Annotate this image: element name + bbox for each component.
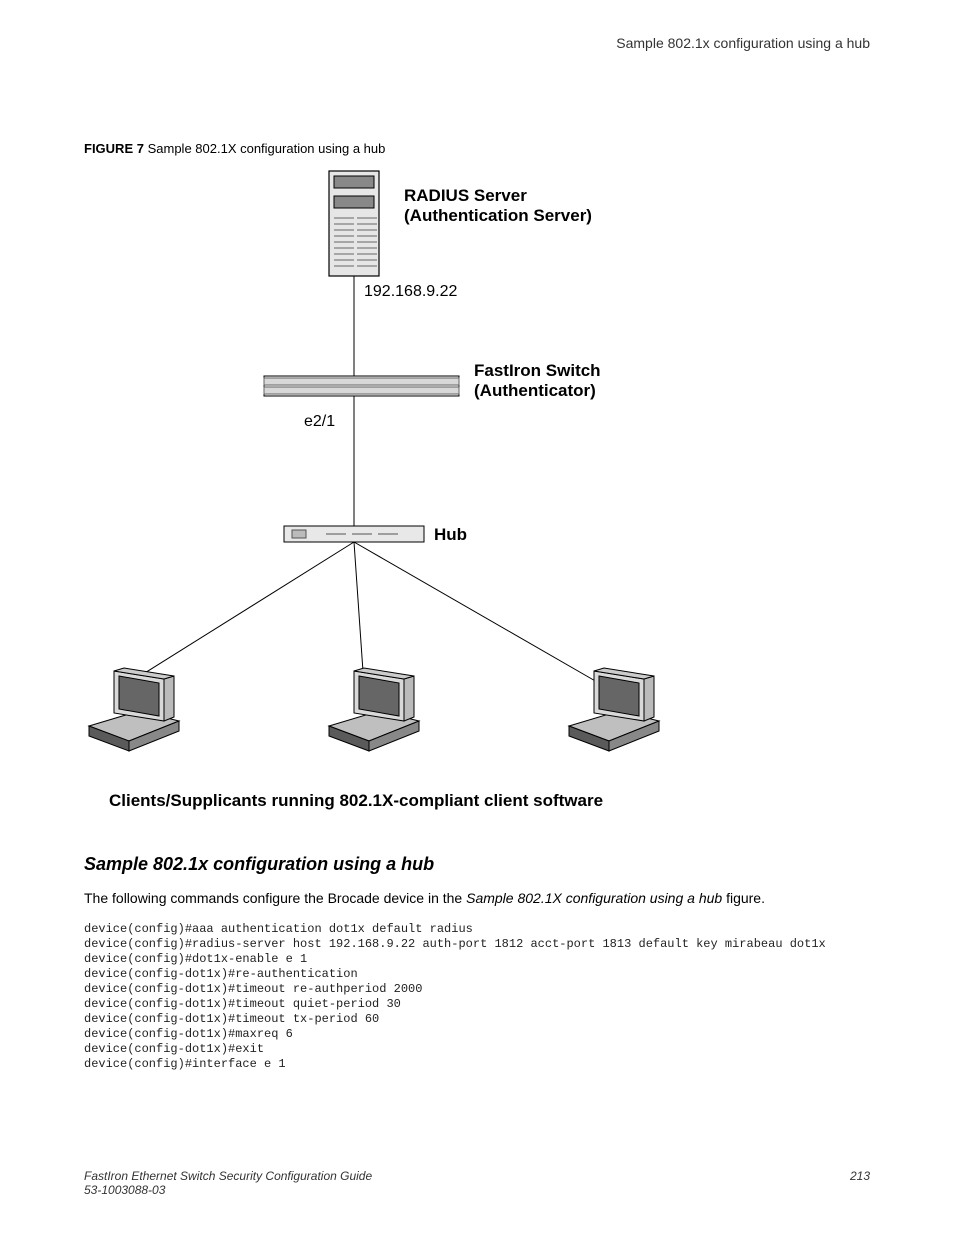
port-label: e2/1: [304, 413, 335, 430]
client-pc-2-icon: [329, 668, 419, 751]
intro-b: figure.: [722, 890, 765, 906]
section-intro: The following commands configure the Bro…: [84, 889, 870, 908]
authenticator-label: (Authenticator): [474, 381, 596, 400]
page-header-right: Sample 802.1x configuration using a hub: [84, 35, 870, 51]
ip-address-label: 192.168.9.22: [364, 283, 458, 300]
network-diagram: RADIUS Server (Authentication Server) 19…: [84, 166, 870, 826]
radius-server-label: RADIUS Server: [404, 186, 527, 205]
fastiron-switch-icon: [264, 376, 459, 396]
hub-label: Hub: [434, 525, 467, 544]
clients-label: Clients/Supplicants running 802.1X-compl…: [109, 791, 603, 810]
footer-doc-title: FastIron Ethernet Switch Security Config…: [84, 1169, 372, 1183]
cli-code-block: device(config)#aaa authentication dot1x …: [84, 922, 870, 1072]
intro-italic: Sample 802.1X configuration using a hub: [466, 890, 722, 906]
radius-server-icon: [329, 171, 379, 276]
figure-caption-text: Sample 802.1X configuration using a hub: [148, 141, 386, 156]
hub-icon: [284, 526, 424, 542]
switch-label: FastIron Switch: [474, 361, 601, 380]
footer-doc-number: 53-1003088-03: [84, 1183, 372, 1197]
section-heading: Sample 802.1x configuration using a hub: [84, 854, 870, 875]
auth-server-label: (Authentication Server): [404, 206, 592, 225]
intro-a: The following commands configure the Bro…: [84, 890, 466, 906]
client-pc-3-icon: [569, 668, 659, 751]
page-footer: FastIron Ethernet Switch Security Config…: [84, 1169, 870, 1197]
figure-label: FIGURE 7: [84, 141, 144, 156]
figure-caption: FIGURE 7 Sample 802.1X configuration usi…: [84, 141, 870, 156]
footer-page-number: 213: [850, 1169, 870, 1197]
client-pc-1-icon: [89, 668, 179, 751]
